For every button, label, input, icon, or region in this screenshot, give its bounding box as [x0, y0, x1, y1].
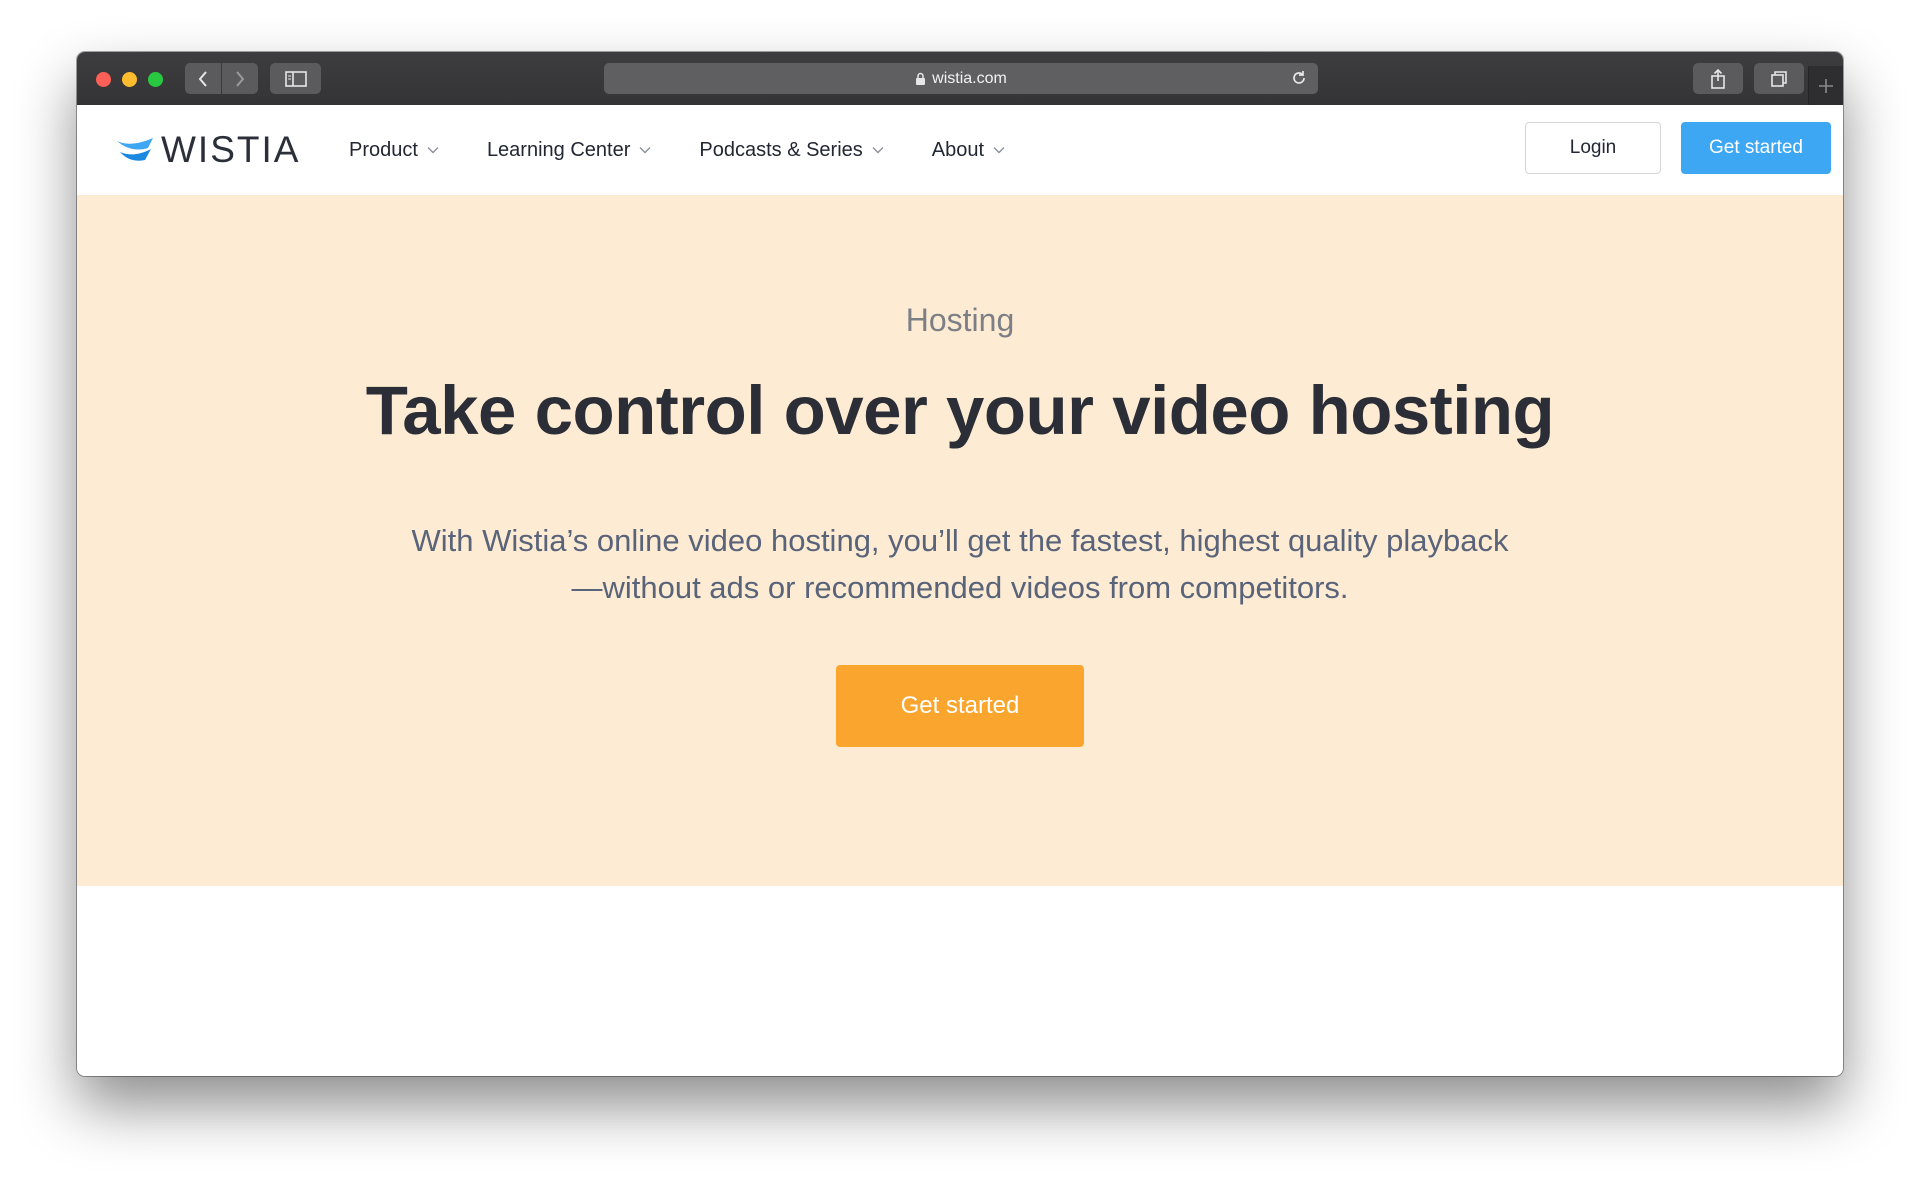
close-window-button[interactable] [96, 72, 111, 87]
logo-text: WISTIA [161, 129, 301, 170]
share-icon [1711, 68, 1725, 89]
nav-item-label: Podcasts & Series [699, 138, 863, 161]
nav-item-about[interactable]: About [932, 139, 1005, 162]
wistia-logo[interactable]: WISTIA [117, 129, 301, 170]
nav-item-label: About [931, 138, 985, 161]
hero-eyebrow: Hosting [905, 302, 1015, 338]
new-tab-icon [1819, 78, 1833, 93]
nav-item-podcasts-series[interactable]: Podcasts & Series [699, 138, 884, 162]
chevron-down-icon [427, 146, 439, 154]
minimize-window-button[interactable] [122, 72, 137, 87]
nav-item-learning-center[interactable]: Learning Center [487, 139, 651, 162]
hero-get-started-button[interactable]: Get started [836, 665, 1084, 747]
lock-icon [915, 72, 926, 86]
hero-subhead: With Wistia’s online video hosting, you’… [411, 523, 1509, 605]
forward-icon [236, 70, 245, 87]
reload-icon[interactable] [1290, 69, 1308, 92]
nav-item-label: Learning Center [486, 138, 631, 161]
url-text: wistia.com [932, 69, 1007, 87]
share-button[interactable] [1693, 63, 1743, 94]
chevron-down-icon [872, 146, 884, 154]
hero-headline: Take control over your video hosting [365, 372, 1555, 449]
site-header: WISTIA Product Learning Center Podcasts … [77, 105, 1843, 196]
chevron-down-icon [639, 146, 651, 154]
main-nav: Product Learning Center Podcasts & Serie… [349, 105, 1053, 195]
forward-button[interactable] [222, 63, 258, 94]
sidebar-icon [284, 70, 307, 87]
history-nav [185, 63, 258, 94]
address-bar[interactable]: wistia.com [604, 63, 1318, 94]
hero-section: Hosting Take control over your video hos… [77, 195, 1843, 886]
browser-window: wistia.com WISTIA Product Learning Cente… [77, 52, 1843, 1076]
nav-item-label: Product [349, 138, 418, 161]
nav-get-started-button[interactable]: Get started [1681, 122, 1831, 174]
sidebar-toggle-button[interactable] [270, 63, 321, 94]
back-icon [198, 70, 207, 87]
show-tabs-button[interactable] [1754, 63, 1804, 94]
zoom-window-button[interactable] [148, 72, 163, 87]
login-button[interactable]: Login [1525, 122, 1661, 174]
chevron-down-icon [993, 146, 1005, 154]
browser-toolbar: wistia.com [77, 52, 1843, 106]
tabs-icon [1771, 70, 1787, 87]
nav-item-product[interactable]: Product [349, 139, 439, 162]
content-area [77, 886, 1843, 1076]
wistia-logo-icon [117, 138, 153, 161]
new-tab-button[interactable] [1808, 66, 1843, 105]
back-button[interactable] [185, 63, 222, 94]
